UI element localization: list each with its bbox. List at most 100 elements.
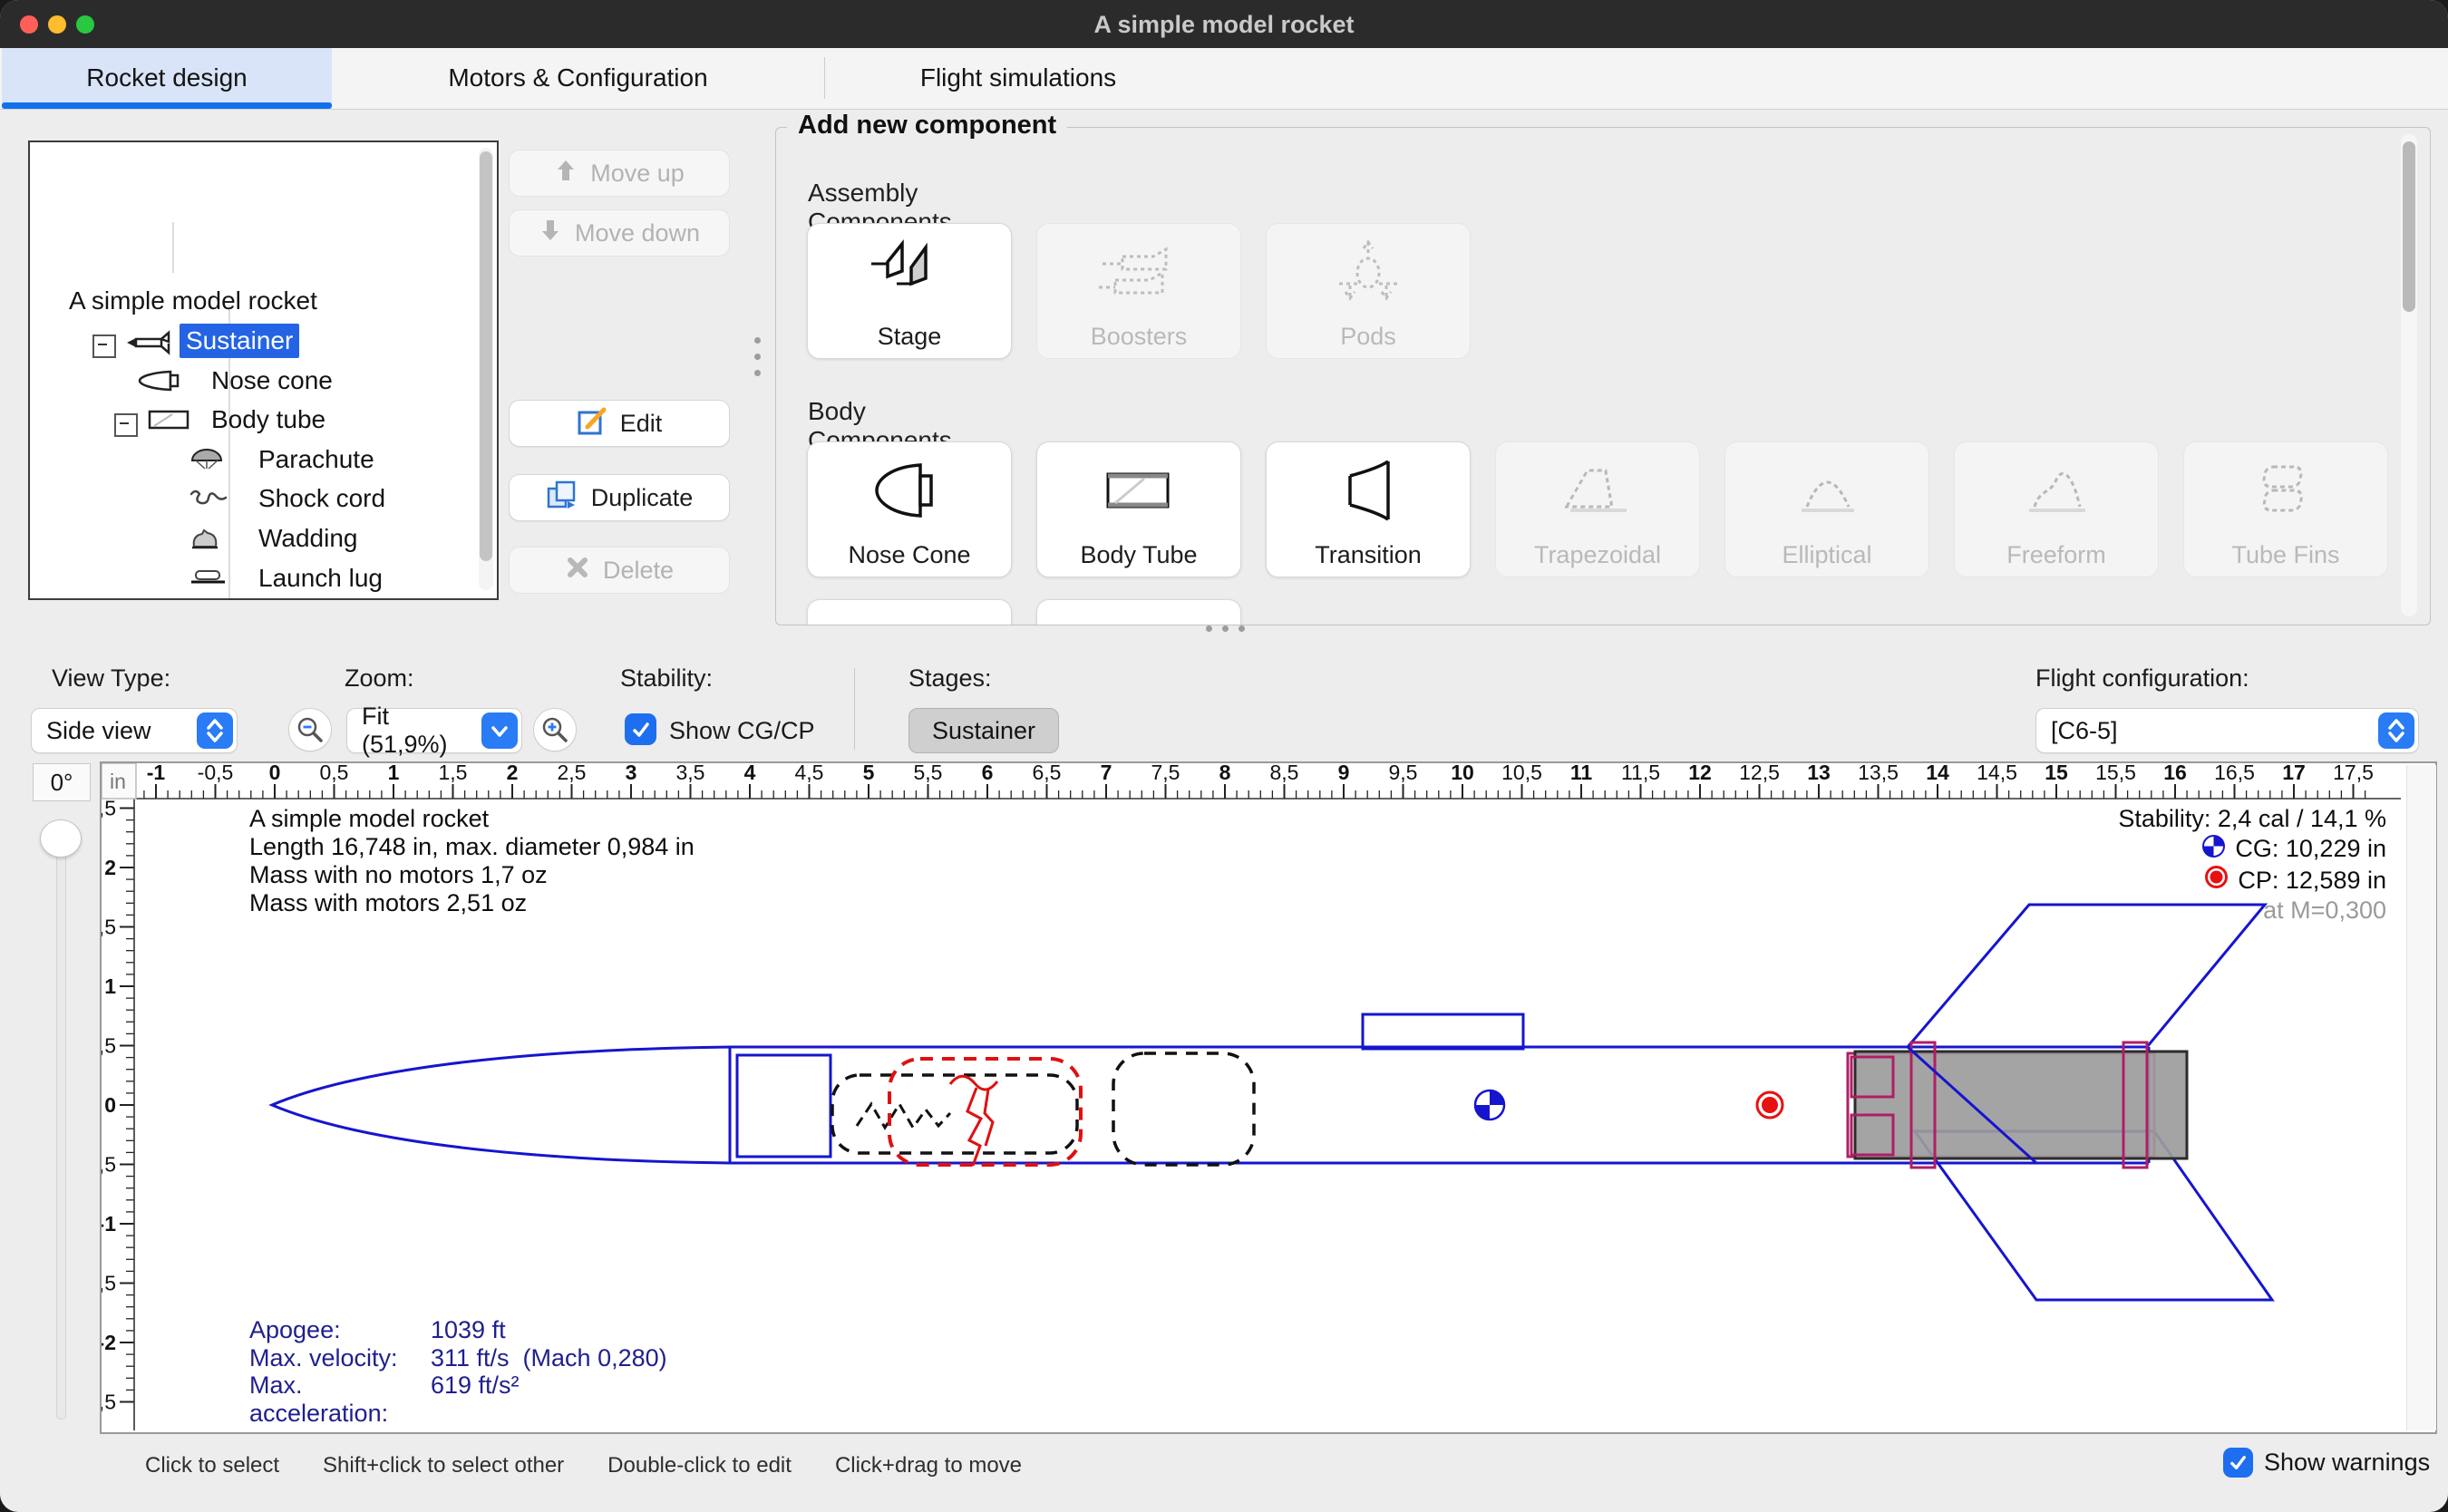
svg-text:10: 10 xyxy=(1451,763,1474,784)
zoom-out-button[interactable] xyxy=(288,708,332,751)
motor[interactable] xyxy=(1855,1052,2187,1158)
flight-stat-row: Max. acceleration: 619 ft/s² xyxy=(249,1371,667,1427)
tree-item-label: Nose cone xyxy=(205,363,339,398)
svg-text:-1: -1 xyxy=(102,1212,116,1236)
add-component-button-clipped[interactable] xyxy=(1036,599,1241,625)
nose-cone-shoulder[interactable] xyxy=(737,1055,831,1157)
add-elliptical-button[interactable]: Elliptical xyxy=(1724,441,1929,577)
svg-text:1: 1 xyxy=(388,763,400,784)
add-nose-cone-button[interactable]: Nose Cone xyxy=(807,441,1012,577)
add-panel-scrollbar[interactable] xyxy=(2401,134,2417,616)
active-tab-underline xyxy=(2,102,332,109)
svg-text:12: 12 xyxy=(1688,763,1712,784)
duplicate-button[interactable]: Duplicate xyxy=(509,474,730,521)
tree-scrollbar-thumb[interactable] xyxy=(480,151,492,561)
svg-text:10,5: 10,5 xyxy=(1501,763,1542,784)
rotation-slider-thumb[interactable] xyxy=(40,819,82,858)
delete-icon xyxy=(565,555,590,586)
tab-flight-simulations[interactable]: Flight simulations xyxy=(825,48,1211,108)
add-component-button-clipped[interactable] xyxy=(807,599,1012,625)
zoom-label: Zoom: xyxy=(345,664,414,693)
svg-text:16: 16 xyxy=(2163,763,2187,784)
wadding-outline[interactable] xyxy=(1113,1053,1254,1165)
add-pods-button[interactable]: Pods xyxy=(1266,223,1471,359)
component-button-label: Stage xyxy=(808,323,1011,351)
button-label: Duplicate xyxy=(591,484,694,512)
show-warnings-checkbox[interactable] xyxy=(2223,1448,2253,1478)
svg-text:6,5: 6,5 xyxy=(1033,763,1062,784)
add-boosters-button[interactable]: Boosters xyxy=(1036,223,1241,359)
zoom-select[interactable]: Fit (51,9%) xyxy=(346,708,522,753)
add-freeform-button[interactable]: Freeform xyxy=(1954,441,2159,577)
svg-text:11: 11 xyxy=(1570,763,1593,784)
add-tube-fins-button[interactable]: Tube Fins xyxy=(2183,441,2388,577)
svg-text:2,5: 2,5 xyxy=(102,797,116,820)
flight-configuration-select[interactable]: [C6-5] xyxy=(2035,708,2419,753)
elliptical-icon xyxy=(1782,454,1872,531)
component-button-label: Trapezoidal xyxy=(1496,541,1699,569)
tree-expander-icon[interactable] xyxy=(92,334,116,358)
canvas-scrollbar[interactable] xyxy=(2406,765,2436,1430)
add-component-panel: Assembly Components Stage Boosters PodsB… xyxy=(775,127,2431,625)
edit-button[interactable]: Edit xyxy=(509,400,730,447)
tab-motors-configuration-label: Motors & Configuration xyxy=(448,63,707,92)
nose-cone-outline[interactable] xyxy=(272,1047,730,1163)
flight-summary: Apogee: 1039 ft Max. velocity: 311 ft/s … xyxy=(249,1316,667,1427)
wadding-icon xyxy=(189,527,221,555)
boosters-icon xyxy=(1095,237,1182,312)
check-icon xyxy=(2228,1452,2249,1473)
component-button-label: Nose Cone xyxy=(808,541,1011,569)
svg-text:0: 0 xyxy=(269,763,281,784)
move-down-button[interactable]: Move down xyxy=(509,209,730,257)
component-button-label: Freeform xyxy=(1955,541,2158,569)
arrow-down-icon xyxy=(539,218,562,249)
delete-button[interactable]: Delete xyxy=(509,547,730,594)
svg-text:3,5: 3,5 xyxy=(676,763,705,784)
tab-motors-configuration[interactable]: Motors & Configuration xyxy=(332,48,824,108)
button-label: Move down xyxy=(575,219,700,247)
tree-expander-icon[interactable] xyxy=(114,413,138,437)
add-stage-button[interactable]: Stage xyxy=(807,223,1012,359)
horizontal-splitter-handle[interactable] xyxy=(1206,625,1257,633)
hint-text: Click+drag to move xyxy=(835,1453,1022,1478)
shock-cord-outline[interactable] xyxy=(832,1075,1077,1153)
add-panel-scrollbar-thumb[interactable] xyxy=(2403,141,2415,312)
tree-item-label: Launch lug xyxy=(252,561,389,596)
svg-text:13: 13 xyxy=(1807,763,1831,784)
flight-stat-label: Max. acceleration: xyxy=(249,1371,431,1427)
fin-top-outline[interactable] xyxy=(1908,905,2265,1047)
stability-info: Stability: 2,4 cal / 14,1 % CG: 10,229 i… xyxy=(1904,805,2386,925)
stage-toggle-sustainer[interactable]: Sustainer xyxy=(908,708,1059,753)
rotation-slider-track[interactable] xyxy=(56,829,66,1420)
svg-text:16,5: 16,5 xyxy=(2214,763,2255,784)
svg-text:9: 9 xyxy=(1338,763,1350,784)
add-transition-button[interactable]: Transition xyxy=(1266,441,1471,577)
hint-text: Shift+click to select other xyxy=(323,1453,564,1478)
shock-cord-squiggle[interactable] xyxy=(857,1104,950,1128)
move-up-button[interactable]: Move up xyxy=(509,150,730,197)
tab-rocket-design[interactable]: Rocket design xyxy=(2,48,332,108)
flight-stat-row: Apogee: 1039 ft xyxy=(249,1316,667,1344)
vertical-splitter-handle[interactable] xyxy=(754,337,762,388)
edit-icon xyxy=(577,405,607,442)
flight-stat-label: Apogee: xyxy=(249,1316,431,1344)
cp-value: CP: 12,589 in xyxy=(2238,867,2386,896)
cp-marker xyxy=(1757,1092,1783,1118)
horizontal-ruler: -1-0,500,511,522,533,544,555,566,577,588… xyxy=(144,763,2374,799)
show-cgcp-checkbox[interactable] xyxy=(625,713,656,745)
launch-lug-outline[interactable] xyxy=(1363,1014,1523,1049)
component-button-label: Transition xyxy=(1267,541,1470,569)
svg-text:3: 3 xyxy=(626,763,637,784)
stage-icon xyxy=(866,237,953,312)
magnifier-minus-icon xyxy=(296,715,325,744)
add-body-tube-button[interactable]: Body Tube xyxy=(1036,441,1241,577)
svg-text:-0,5: -0,5 xyxy=(102,1153,116,1177)
zoom-in-button[interactable] xyxy=(533,708,577,751)
add-trapezoidal-button[interactable]: Trapezoidal xyxy=(1495,441,1700,577)
tree-scrollbar[interactable] xyxy=(479,148,493,590)
component-button-label: Body Tube xyxy=(1037,541,1240,569)
view-type-label: View Type: xyxy=(52,664,170,693)
parachute-icon xyxy=(189,448,225,476)
view-type-select[interactable]: Side view xyxy=(31,708,238,753)
tree-item-label: Parachute xyxy=(252,442,381,477)
